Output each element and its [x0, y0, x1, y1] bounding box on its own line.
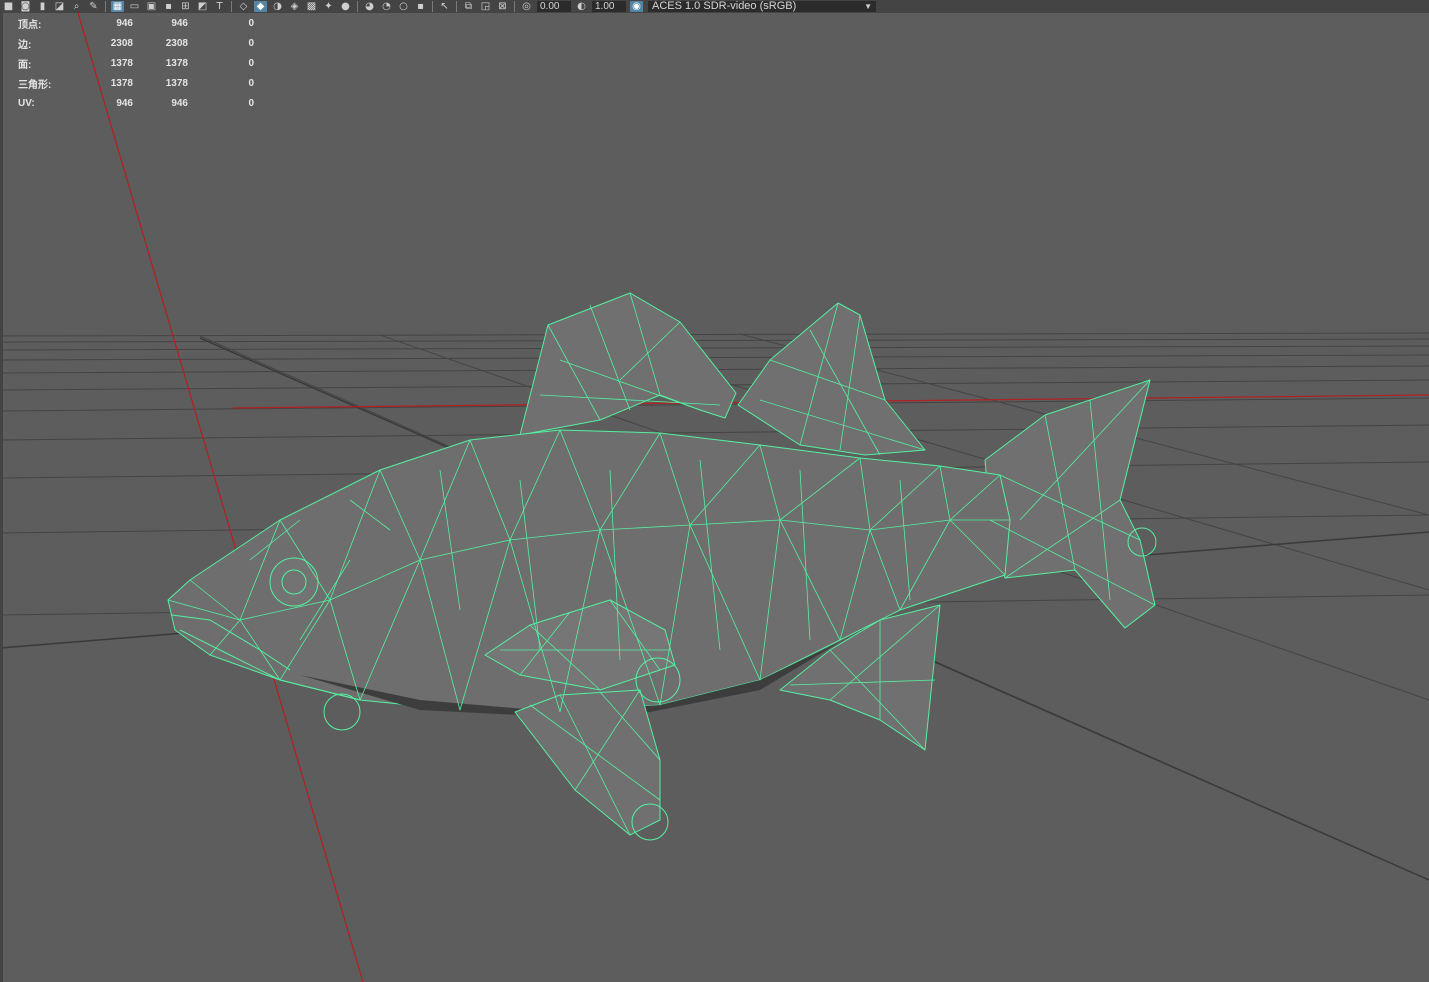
- color-space-value: ACES 1.0 SDR-video (sRGB): [652, 0, 797, 12]
- exposure-icon[interactable]: ◎: [520, 1, 533, 12]
- hud-value: 946: [116, 17, 133, 29]
- hud-row-faces: 面: 1378 1378 0: [18, 53, 254, 73]
- color-management-icon[interactable]: ◉: [630, 1, 643, 12]
- exposure-field[interactable]: 0.00: [537, 1, 571, 12]
- hud-row-edges: 边: 2308 2308 0: [18, 33, 254, 53]
- gate-mask-icon[interactable]: ▪: [162, 1, 175, 12]
- hud-row-triangles: 三角形: 1378 1378 0: [18, 73, 254, 93]
- depth-of-field-icon[interactable]: ○: [397, 1, 410, 12]
- smooth-shade-icon[interactable]: ◆: [254, 1, 267, 12]
- hud-label: 三角形:: [18, 79, 52, 91]
- hud-row-vertices: 顶点: 946 946 0: [18, 13, 254, 33]
- hud-row-uvs: UV: 946 946 0: [18, 93, 254, 113]
- select-cursor-icon[interactable]: ↖: [438, 1, 451, 12]
- hud-value: 2308: [110, 37, 133, 49]
- hud-label: 顶点:: [18, 19, 42, 31]
- xray-icon[interactable]: ⧉: [462, 1, 475, 12]
- xray-joints-icon[interactable]: ◲: [479, 1, 492, 12]
- image-plane-icon[interactable]: ◪: [53, 1, 66, 12]
- hud-value: 2308: [165, 37, 188, 49]
- separator: [105, 1, 106, 12]
- poly-count-hud: 顶点: 946 946 0 边: 2308 2308 0 面: 1378 137…: [18, 13, 254, 113]
- separator: [456, 1, 457, 12]
- separator: [432, 1, 433, 12]
- hud-value: 1378: [110, 57, 133, 69]
- ambient-occlusion-icon[interactable]: ●: [339, 1, 352, 12]
- camera-icon[interactable]: ■: [2, 1, 15, 12]
- 3d-viewport[interactable]: [0, 13, 1429, 982]
- hud-value: 946: [171, 17, 188, 29]
- color-tools: ◎ 0.00 ◐ 1.00 ◉ ACES 1.0 SDR-video (sRGB…: [518, 0, 876, 13]
- hud-label: 边:: [18, 39, 32, 51]
- hud-value: 1378: [110, 77, 133, 89]
- resolution-gate-icon[interactable]: ▣: [145, 1, 158, 12]
- film-gate-icon[interactable]: ▭: [128, 1, 141, 12]
- shadows-icon[interactable]: ✦: [322, 1, 335, 12]
- chevron-down-icon: ▼: [864, 2, 872, 11]
- hud-label: UV:: [18, 97, 35, 109]
- viewport-toolbar: ■ ◙ ▮ ◪ ⌕ ✎ ▦ ▭ ▣ ▪ ⊞ ◩ T ◇ ◆ ◑ ◈ ▩ ✦ ● …: [0, 0, 1429, 14]
- hud-value: 0: [248, 77, 254, 89]
- camera-tools: ■ ◙ ▮ ◪ ⌕ ✎: [0, 0, 102, 13]
- isolate-select-icon[interactable]: ▪: [414, 1, 427, 12]
- use-all-lights-icon[interactable]: ▩: [305, 1, 318, 12]
- hud-value: 946: [116, 97, 133, 109]
- anti-aliasing-icon[interactable]: ◔: [380, 1, 393, 12]
- safe-action-icon[interactable]: ◩: [196, 1, 209, 12]
- field-chart-icon[interactable]: ⊞: [179, 1, 192, 12]
- hud-value: 0: [248, 97, 254, 109]
- hud-value: 0: [248, 37, 254, 49]
- hud-value: 0: [248, 57, 254, 69]
- hud-value: 946: [171, 97, 188, 109]
- textured-icon[interactable]: ◈: [288, 1, 301, 12]
- separator: [231, 1, 232, 12]
- hud-value: 1378: [165, 77, 188, 89]
- gamma-icon[interactable]: ◐: [575, 1, 588, 12]
- separator: [514, 1, 515, 12]
- gamma-field[interactable]: 1.00: [592, 1, 626, 12]
- color-space-dropdown[interactable]: ACES 1.0 SDR-video (sRGB) ▼: [648, 1, 876, 12]
- viewport-border: [0, 13, 3, 982]
- default-lighting-icon[interactable]: ◑: [271, 1, 284, 12]
- grease-pencil-icon[interactable]: ✎: [87, 1, 100, 12]
- hud-value: 0: [248, 17, 254, 29]
- hud-label: 面:: [18, 59, 32, 71]
- render-tools: ◕ ◔ ○ ▪: [361, 0, 429, 13]
- backface-culling-icon[interactable]: ⊠: [496, 1, 509, 12]
- xray-group: ⧉ ◲ ⊠: [460, 0, 511, 13]
- shading-tools: ◇ ◆ ◑ ◈ ▩ ✦ ●: [235, 0, 354, 13]
- xray-tools: ↖: [436, 0, 453, 13]
- fish-eye: [269, 557, 319, 607]
- bookmark-icon[interactable]: ▮: [36, 1, 49, 12]
- display-tools: ▦ ▭ ▣ ▪ ⊞ ◩ T: [109, 0, 228, 13]
- grid-icon[interactable]: ▦: [111, 1, 124, 12]
- safe-title-icon[interactable]: T: [213, 1, 226, 12]
- motion-blur-icon[interactable]: ◕: [363, 1, 376, 12]
- wireframe-icon[interactable]: ◇: [237, 1, 250, 12]
- camera-attributes-icon[interactable]: ◙: [19, 1, 32, 12]
- hud-value: 1378: [165, 57, 188, 69]
- pan-zoom-icon[interactable]: ⌕: [70, 1, 83, 12]
- separator: [357, 1, 358, 12]
